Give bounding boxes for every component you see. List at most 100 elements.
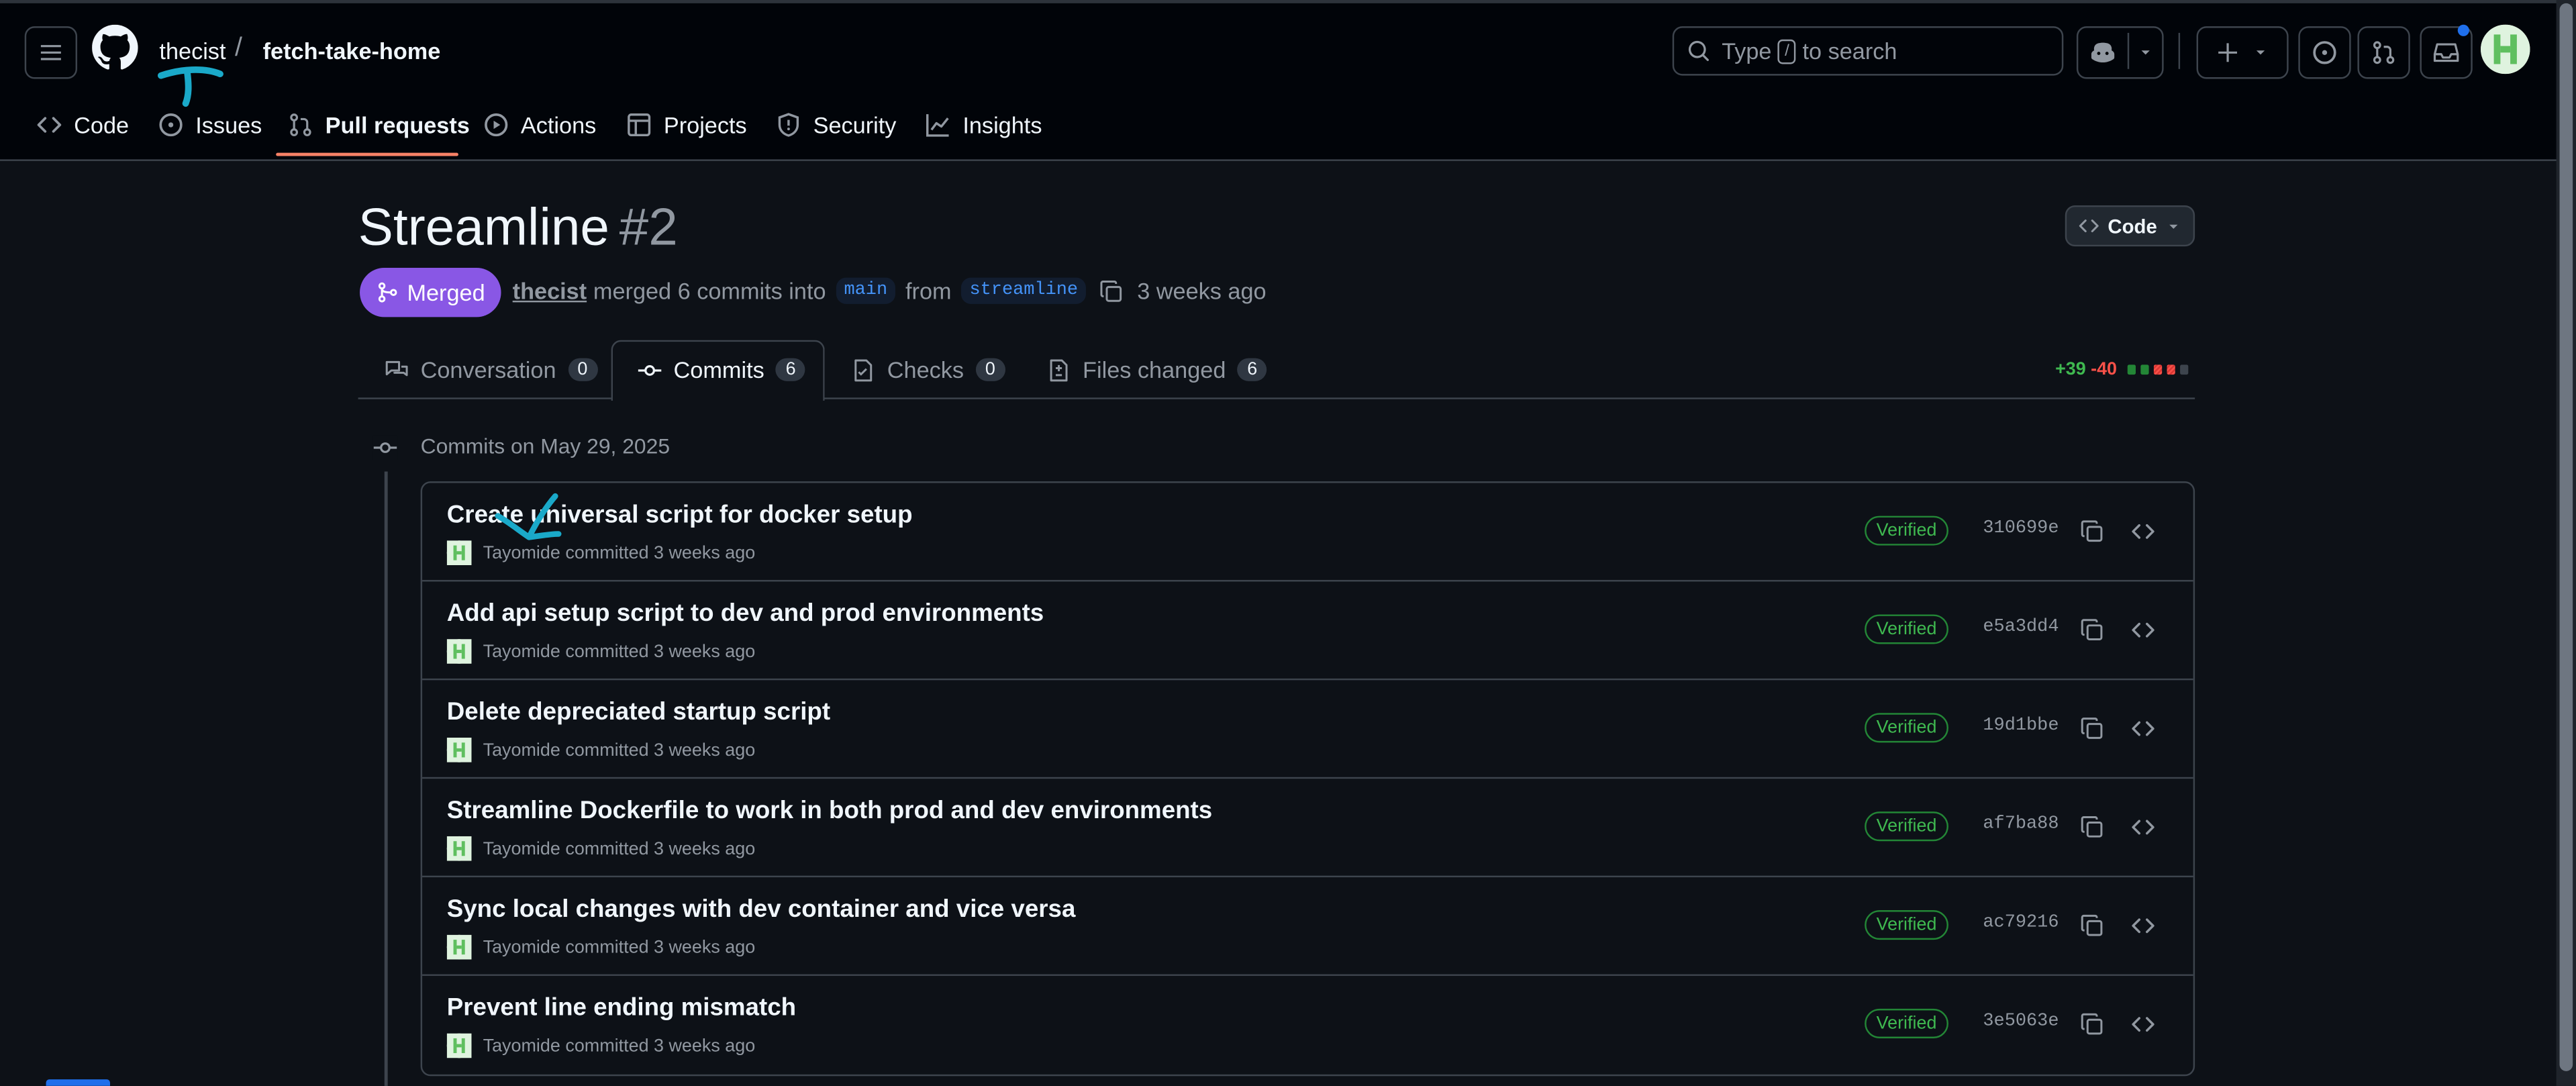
diffstat-block <box>2179 364 2188 375</box>
verified-badge[interactable]: Verified <box>1865 811 1948 842</box>
scrollbar-thumb[interactable] <box>2559 3 2573 1071</box>
diffstat-additions: +39 <box>2055 360 2086 380</box>
browse-repo-at-commit-button[interactable] <box>2126 613 2159 646</box>
breadcrumb-separator: / <box>235 34 242 63</box>
copy-sha-button[interactable] <box>2075 514 2108 547</box>
commit-row: Delete depreciated startup script Tayomi… <box>422 680 2193 779</box>
commit-row: Add api setup script to dev and prod env… <box>422 581 2193 681</box>
commit-message-link[interactable]: Create universal script for docker setup <box>447 501 913 530</box>
author-avatar[interactable] <box>446 836 472 861</box>
triangle-down-icon <box>2169 224 2178 228</box>
copy-sha-button[interactable] <box>2075 909 2108 942</box>
commit-meta: Tayomide committed 3 weeks ago <box>446 836 755 861</box>
tab-conversation[interactable]: Conversation 0 <box>385 340 598 399</box>
commit-message-link[interactable]: Streamline Dockerfile to work in both pr… <box>447 797 1212 825</box>
top-border <box>0 0 2576 3</box>
identicon-icon <box>446 639 472 664</box>
verified-badge[interactable]: Verified <box>1865 1008 1948 1038</box>
repo-name-link[interactable]: fetch-take-home <box>263 38 441 64</box>
commit-author-link[interactable]: Tayomide <box>483 937 560 956</box>
nav-pull-requests[interactable]: Pull requests <box>287 95 470 153</box>
merged-text: merged 6 commits into <box>593 277 826 304</box>
menu-icon <box>40 45 61 60</box>
nav-actions[interactable]: Actions <box>483 95 596 153</box>
nav-active-indicator <box>276 152 458 156</box>
browse-repo-at-commit-button[interactable] <box>2126 1007 2159 1040</box>
commit-message-link[interactable]: Sync local changes with dev container an… <box>447 895 1076 924</box>
copy-sha-button[interactable] <box>2075 711 2108 744</box>
commit-sha-link[interactable]: 3e5063e <box>1983 1012 2059 1032</box>
commit-sha-link[interactable]: e5a3dd4 <box>1983 618 2059 637</box>
commit-author-link[interactable]: Tayomide <box>483 1036 560 1055</box>
verified-badge[interactable]: Verified <box>1865 910 1948 940</box>
user-avatar[interactable] <box>2481 24 2530 75</box>
verified-badge[interactable]: Verified <box>1865 614 1948 644</box>
copy-sha-button[interactable] <box>2075 810 2108 843</box>
pr-meta: thecist merged 6 commits into main from … <box>513 276 1267 305</box>
diffstat: +39 -40 <box>2055 360 2188 380</box>
tab-commits[interactable]: Commits 6 <box>638 340 806 399</box>
shield-icon <box>778 112 799 136</box>
author-avatar[interactable] <box>446 540 472 566</box>
code-icon <box>2131 819 2154 834</box>
nav-security-label: Security <box>813 111 897 138</box>
identicon-icon <box>446 1033 472 1058</box>
copilot-button[interactable] <box>2076 26 2164 79</box>
copy-sha-button[interactable] <box>2075 1007 2108 1040</box>
nav-code[interactable]: Code <box>36 95 129 153</box>
commit-author-link[interactable]: Tayomide <box>483 740 560 760</box>
pr-number: #2 <box>619 197 678 256</box>
commit-message-link[interactable]: Prevent line ending mismatch <box>447 994 796 1022</box>
author-avatar[interactable] <box>446 639 472 664</box>
browse-repo-at-commit-button[interactable] <box>2126 810 2159 843</box>
issues-button[interactable] <box>2298 26 2351 79</box>
commit-sha-link[interactable]: 19d1bbe <box>1983 716 2059 736</box>
code-dropdown-button[interactable]: Code <box>2065 205 2195 247</box>
author-avatar[interactable] <box>446 738 472 762</box>
identicon-icon <box>446 836 472 861</box>
head-branch-link[interactable]: streamline <box>961 277 1087 304</box>
browse-repo-at-commit-button[interactable] <box>2126 909 2159 942</box>
commit-action-text: committed 3 weeks ago <box>565 542 756 563</box>
commit-author-link[interactable]: Tayomide <box>483 543 560 562</box>
repo-owner-link[interactable]: thecist <box>159 38 226 64</box>
chevron-down-icon <box>2256 50 2265 55</box>
commit-sha-link[interactable]: af7ba88 <box>1983 815 2059 834</box>
graph-icon <box>926 113 949 136</box>
create-new-button[interactable] <box>2196 26 2289 79</box>
nav-issues[interactable]: Issues <box>158 95 262 153</box>
copy-icon[interactable] <box>1099 279 1124 303</box>
merged-time: 3 weeks ago <box>1137 277 1267 304</box>
github-logo[interactable] <box>92 24 138 71</box>
hamburger-menu-button[interactable] <box>24 26 78 79</box>
pr-author-link[interactable]: thecist <box>513 278 587 304</box>
code-button-label: Code <box>2108 214 2157 238</box>
commit-sha-link[interactable]: 310699e <box>1983 519 2059 538</box>
search-input[interactable]: Type / to search <box>1672 26 2064 76</box>
author-avatar[interactable] <box>446 934 472 960</box>
tab-checks[interactable]: Checks 0 <box>851 340 1005 399</box>
author-avatar[interactable] <box>446 1033 472 1058</box>
commit-list: Create universal script for docker setup… <box>420 481 2195 1077</box>
commit-author-link[interactable]: Tayomide <box>483 642 560 661</box>
verified-badge[interactable]: Verified <box>1865 515 1948 546</box>
pr-title-text: Streamline <box>358 197 609 256</box>
copy-sha-button[interactable] <box>2075 613 2108 646</box>
tab-files-changed[interactable]: Files changed 6 <box>1046 340 1267 399</box>
nav-insights[interactable]: Insights <box>925 95 1042 153</box>
commit-message-link[interactable]: Delete depreciated startup script <box>447 698 830 726</box>
copilot-divider <box>2127 32 2130 69</box>
commit-sha-link[interactable]: ac79216 <box>1983 914 2059 933</box>
pull-requests-button[interactable] <box>2357 26 2410 79</box>
nav-security[interactable]: Security <box>775 95 896 153</box>
commit-message-link[interactable]: Add api setup script to dev and prod env… <box>447 599 1044 628</box>
browse-repo-at-commit-button[interactable] <box>2126 514 2159 547</box>
from-text: from <box>905 277 952 304</box>
nav-projects[interactable]: Projects <box>626 95 747 153</box>
commit-author-link[interactable]: Tayomide <box>483 839 560 858</box>
github-mark-icon <box>92 24 138 70</box>
diffstat-deletions: -40 <box>2091 360 2118 380</box>
verified-badge[interactable]: Verified <box>1865 713 1948 743</box>
base-branch-link[interactable]: main <box>836 277 896 304</box>
browse-repo-at-commit-button[interactable] <box>2126 711 2159 744</box>
